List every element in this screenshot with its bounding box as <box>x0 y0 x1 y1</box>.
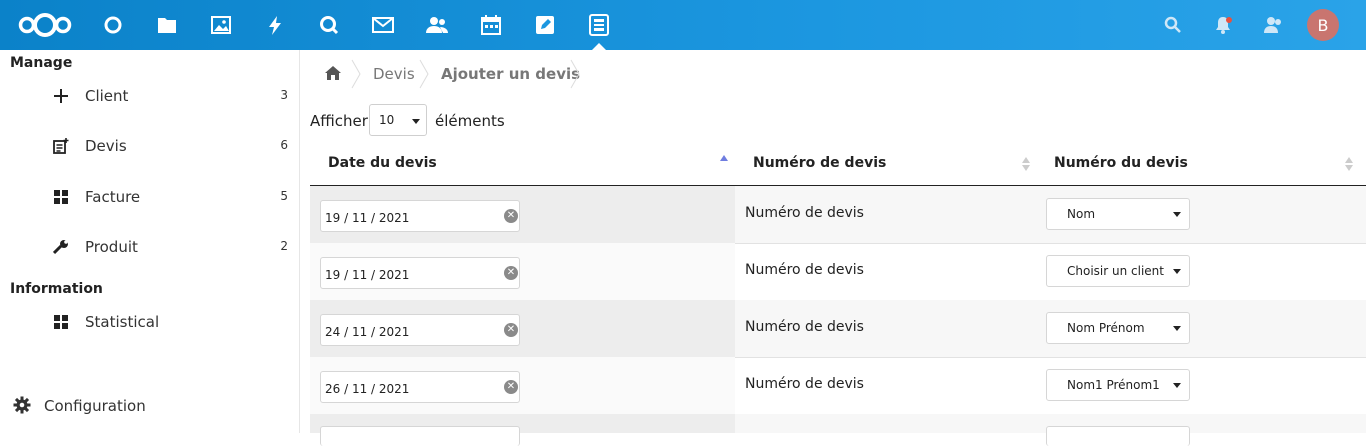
sort-both-icon[interactable] <box>1022 157 1030 171</box>
sidebar: Manage Client 3 Devis 6 Facture 5 Produi… <box>0 50 300 433</box>
notifications-icon[interactable] <box>1211 13 1235 37</box>
chevron-down-icon <box>412 119 420 124</box>
sidebar-item-count: 2 <box>280 239 288 253</box>
numero-cell: Numéro de devis <box>745 262 864 278</box>
section-title-manage: Manage <box>10 55 73 71</box>
sidebar-item-count: 3 <box>280 88 288 102</box>
table-header: Date du devis Numéro de devis Numéro du … <box>310 147 1366 186</box>
contacts-icon[interactable] <box>425 13 449 37</box>
dashboard-icon[interactable] <box>101 13 125 37</box>
nextcloud-logo[interactable] <box>16 10 74 40</box>
search-app-icon[interactable] <box>317 13 341 37</box>
date-field[interactable]: 19 / 11 / 2021 ✕ <box>320 257 520 289</box>
numero-cell: Numéro de devis <box>745 376 864 392</box>
client-select[interactable] <box>1046 426 1190 446</box>
sidebar-item-facture[interactable]: Facture 5 <box>0 178 299 218</box>
mail-icon[interactable] <box>371 13 395 37</box>
unified-search-icon[interactable] <box>1161 13 1185 37</box>
files-icon[interactable] <box>155 13 179 37</box>
contacts-menu-icon[interactable] <box>1261 13 1285 37</box>
document-add-icon <box>52 137 70 155</box>
breadcrumb-separator <box>419 59 429 89</box>
calendar-icon[interactable] <box>479 13 503 37</box>
notes-icon[interactable] <box>533 13 557 37</box>
date-value: 26 / 11 / 2021 <box>325 382 410 396</box>
top-bar: B <box>0 0 1366 50</box>
table-row: 26 / 11 / 2021 ✕ Numéro de devis Nom1 Pr… <box>310 357 1366 415</box>
date-field[interactable]: 24 / 11 / 2021 ✕ <box>320 314 520 346</box>
length-label-after: éléments <box>435 112 505 130</box>
client-select-value: Nom1 Prénom1 <box>1067 378 1160 392</box>
chevron-down-icon <box>1173 212 1181 217</box>
column-header-client[interactable]: Numéro du devis <box>1054 155 1188 171</box>
client-select[interactable]: Nom Prénom <box>1046 312 1190 344</box>
gear-icon <box>13 396 31 414</box>
breadcrumb: Devis Ajouter un devis <box>300 50 1000 96</box>
sidebar-item-label: Facture <box>85 188 141 206</box>
page-length-select[interactable]: 10 <box>369 104 427 136</box>
client-select[interactable]: Choisir un client <box>1046 255 1190 287</box>
client-select[interactable]: Nom <box>1046 198 1190 230</box>
breadcrumb-separator <box>351 59 361 89</box>
sidebar-item-devis[interactable]: Devis 6 <box>0 127 299 167</box>
avatar[interactable]: B <box>1307 9 1339 41</box>
sidebar-item-count: 5 <box>280 189 288 203</box>
client-select-value: Nom <box>1067 207 1096 221</box>
photos-icon[interactable] <box>209 13 233 37</box>
chevron-down-icon <box>1173 269 1181 274</box>
client-select[interactable]: Nom1 Prénom1 <box>1046 369 1190 401</box>
table-row <box>310 414 1366 446</box>
settings-button[interactable]: Configuration <box>0 390 299 420</box>
avatar-letter: B <box>1317 15 1329 35</box>
column-header-date[interactable]: Date du devis <box>328 155 437 171</box>
numero-cell: Numéro de devis <box>745 319 864 335</box>
wrench-icon <box>52 238 70 256</box>
active-app-indicator <box>592 43 606 50</box>
date-field[interactable] <box>320 426 520 446</box>
sort-asc-icon[interactable] <box>720 155 728 169</box>
sidebar-item-statistical[interactable]: Statistical <box>0 303 299 343</box>
length-label-before: Afficher <box>310 112 368 130</box>
clear-icon[interactable]: ✕ <box>504 266 518 280</box>
client-select-value: Choisir un client <box>1067 264 1164 278</box>
section-title-information: Information <box>10 281 103 297</box>
sidebar-item-label: Produit <box>85 238 138 256</box>
numero-cell: Numéro de devis <box>745 205 864 221</box>
breadcrumb-ajouter-devis[interactable]: Ajouter un devis <box>441 65 580 83</box>
date-field[interactable]: 19 / 11 / 2021 ✕ <box>320 200 520 232</box>
date-value: 24 / 11 / 2021 <box>325 325 410 339</box>
clear-icon[interactable]: ✕ <box>504 209 518 223</box>
grid-icon <box>52 188 70 206</box>
column-header-numero[interactable]: Numéro de devis <box>753 155 886 171</box>
clear-icon[interactable]: ✕ <box>504 323 518 337</box>
date-value: 19 / 11 / 2021 <box>325 211 410 225</box>
chevron-down-icon <box>1173 383 1181 388</box>
sidebar-item-client[interactable]: Client 3 <box>0 77 299 117</box>
breadcrumb-devis[interactable]: Devis <box>373 65 415 83</box>
sidebar-item-count: 6 <box>280 138 288 152</box>
sort-both-icon[interactable] <box>1345 157 1353 171</box>
breadcrumb-separator <box>570 59 580 89</box>
client-select-value: Nom Prénom <box>1067 321 1145 335</box>
sidebar-item-label: Statistical <box>85 313 160 331</box>
page-length-value: 10 <box>379 113 395 127</box>
table-row: 19 / 11 / 2021 ✕ Numéro de devis Nom <box>310 186 1366 244</box>
date-value: 19 / 11 / 2021 <box>325 268 410 282</box>
plus-icon <box>52 87 70 105</box>
notification-badge <box>1226 17 1232 23</box>
home-icon[interactable] <box>325 65 341 81</box>
table-row: 24 / 11 / 2021 ✕ Numéro de devis Nom Pré… <box>310 300 1366 358</box>
table-row: 19 / 11 / 2021 ✕ Numéro de devis Choisir… <box>310 243 1366 301</box>
chevron-down-icon <box>1173 326 1181 331</box>
settings-label: Configuration <box>44 397 146 415</box>
activity-icon[interactable] <box>263 13 287 37</box>
sidebar-item-label: Client <box>85 87 129 105</box>
date-field[interactable]: 26 / 11 / 2021 ✕ <box>320 371 520 403</box>
gestion-icon[interactable] <box>587 13 611 37</box>
clear-icon[interactable]: ✕ <box>504 380 518 394</box>
grid-icon <box>52 313 70 331</box>
sidebar-item-label: Devis <box>85 137 127 155</box>
sidebar-item-produit[interactable]: Produit 2 <box>0 228 299 268</box>
main-content: Devis Ajouter un devis Afficher 10 éléme… <box>300 50 1366 446</box>
